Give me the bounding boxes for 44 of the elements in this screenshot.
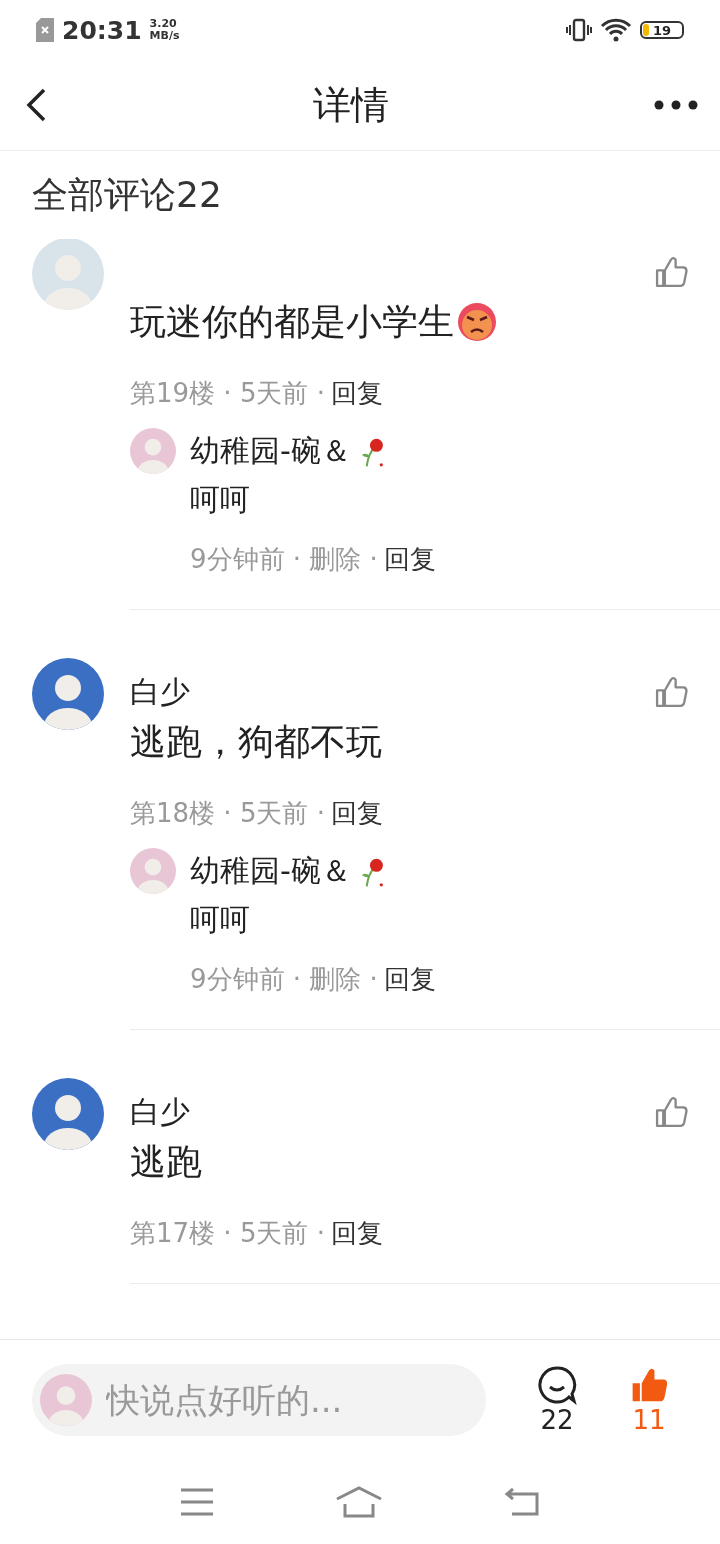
reply-link[interactable]: 回复 [383,961,436,997]
comment-meta: 第18楼 · 5天前 · [130,796,325,830]
section-heading: 全部评论22 [31,172,223,217]
thumbs-up-icon[interactable] [654,1095,688,1129]
comment-meta: 第17楼 · 5天前 · [130,1216,325,1250]
reply-link[interactable]: 回复 [330,795,383,831]
reply-meta: 9分钟前 · 删除 · [190,962,378,996]
comment-count: 22 [540,1405,574,1435]
thumbs-up-icon[interactable] [654,675,688,709]
avatar-icon [40,1372,92,1428]
wifi-icon [600,18,632,42]
battery-fill [643,24,649,36]
sim-icon [36,18,54,42]
username: 白少 [130,672,190,711]
home-icon[interactable] [335,1484,383,1519]
reply-link[interactable]: 回复 [330,1215,383,1251]
reply-text: 呵呵 [190,481,251,519]
comment-text: 逃跑，狗都不玩 [130,720,382,764]
battery-level: 19 [652,23,672,37]
reply-meta: 9分钟前 · 删除 · [190,542,378,576]
network-speed: 3.20 [149,18,178,30]
angry-face-icon [456,301,498,343]
avatar-icon [130,848,176,894]
comment-text: 玩迷你的都是小学生 [130,300,454,344]
more-icon[interactable] [654,100,698,110]
comment-button[interactable]: 22 [530,1365,584,1435]
reply-text: 呵呵 [190,901,251,939]
username: 幼稚园-碗＆ [190,431,351,470]
username: 白少 [130,1092,190,1131]
reply-link[interactable]: 回复 [383,541,436,577]
comment-icon [537,1365,577,1405]
time-text: 20:31 [62,15,142,45]
menu-icon[interactable] [180,1486,215,1517]
vibrate-icon [566,18,592,42]
like-count: 11 [632,1405,666,1435]
reply-link[interactable]: 回复 [330,375,383,411]
comment-meta: 第19楼 · 5天前 · [130,376,325,410]
back-icon[interactable] [24,87,48,123]
avatar-icon [130,428,176,474]
username: 幼稚园-碗＆ [190,851,351,890]
page-title: 详情 [313,81,389,129]
comment-text: 逃跑 [130,1140,202,1184]
network-speed: MB/s [149,30,180,42]
thumbs-up-icon[interactable] [654,255,688,289]
